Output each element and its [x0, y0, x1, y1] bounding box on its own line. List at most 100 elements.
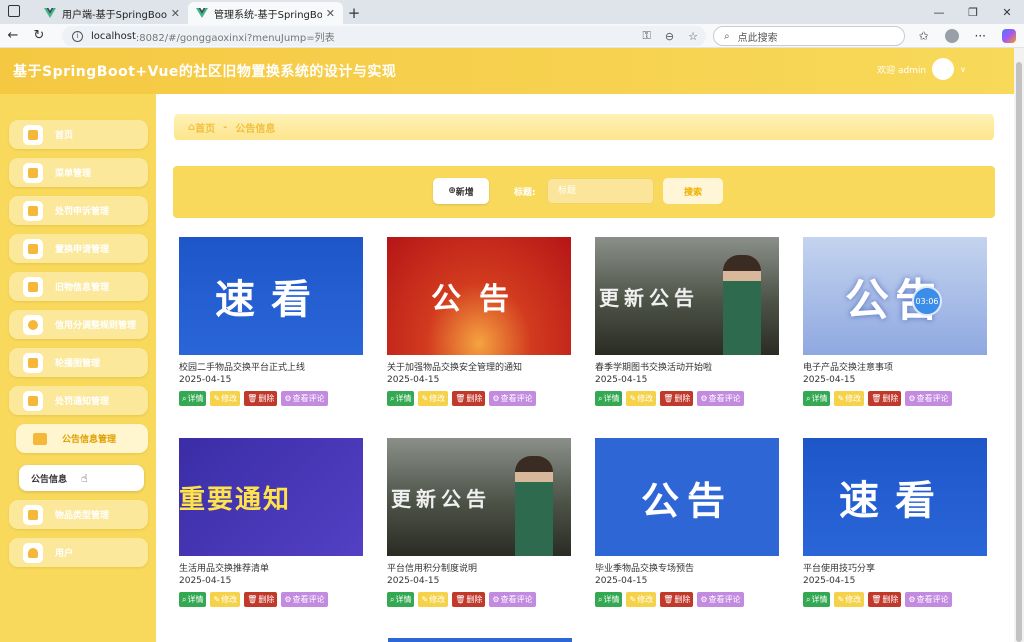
window-close-icon[interactable]: ✕ [990, 0, 1024, 24]
back-icon[interactable]: ← [0, 24, 26, 48]
avatar[interactable]: ☺ [932, 58, 955, 80]
delete-button[interactable]: 🗑 删除 [244, 592, 278, 607]
submenu-item-announcement-info[interactable]: 公告信息 ☝ [19, 465, 144, 491]
more-icon[interactable]: ··· [975, 29, 986, 43]
info-icon[interactable]: i [72, 30, 83, 42]
breadcrumb-current: 公告信息 [235, 123, 276, 135]
delete-button[interactable]: 🗑 删除 [452, 592, 486, 607]
detail-button[interactable]: ⌕ 详情 [387, 592, 415, 607]
comment-button[interactable]: ⚙ 查看评论 [905, 592, 952, 607]
card-thumbnail[interactable]: 更新公告 [387, 438, 571, 556]
edit-button[interactable]: ✎ 修改 [210, 391, 241, 406]
card-thumbnail[interactable]: 更新公告 [595, 237, 779, 355]
announcement-card-partial[interactable] [388, 638, 572, 642]
sidebar-item-appeal[interactable]: 处罚申诉管理 [9, 196, 148, 225]
detail-button[interactable]: ⌕ 详情 [803, 592, 831, 607]
chevron-down-icon[interactable]: ∨ [960, 65, 966, 74]
delete-button[interactable]: 🗑 删除 [244, 391, 278, 406]
edit-button[interactable]: ✎ 修改 [834, 592, 865, 607]
edit-button[interactable]: ✎ 修改 [418, 592, 449, 607]
browser-tab-user[interactable]: 用户端-基于SpringBoot+Vue的社 ✕ [36, 2, 188, 24]
detail-button[interactable]: ⌕ 详情 [595, 391, 623, 406]
announcement-card[interactable]: 公告 电子产品交换注意事项 2025-04-15 ⌕ 详情 ✎ 修改 🗑 删除 ⚙ 查看… [803, 237, 987, 427]
delete-button[interactable]: 🗑 删除 [660, 391, 694, 406]
profile-icon[interactable] [944, 29, 959, 43]
minimize-icon[interactable]: — [922, 0, 956, 24]
sidebar-item-credit-rules[interactable]: 信用分调整规则管理 [9, 310, 148, 339]
comment-button[interactable]: ⚙ 查看评论 [281, 592, 328, 607]
announcement-card[interactable]: 重要通知 生活用品交换推荐清单 2025-04-15 ⌕ 详情 ✎ 修改 🗑 删除 ⚙… [179, 438, 363, 628]
search-button[interactable]: 搜索 [663, 178, 723, 204]
edit-button[interactable]: ✎ 修改 [418, 391, 449, 406]
sidebar-item-label: 置换申请管理 [55, 245, 110, 255]
add-button[interactable]: ⊕ 新增 [433, 178, 489, 204]
sidebar-item-penalty-notice[interactable]: 处罚通知管理 [9, 386, 148, 415]
sidebar-item-item-info[interactable]: 旧物信息管理 [9, 272, 148, 301]
announcement-card[interactable]: 速看 校园二手物品交换平台正式上线 2025-04-15 ⌕ 详情 ✎ 修改 🗑 删除… [179, 237, 363, 427]
reload-icon[interactable]: ↻ [26, 24, 52, 48]
edit-button[interactable]: ✎ 修改 [626, 592, 657, 607]
card-thumbnail[interactable]: 速看 [179, 237, 363, 355]
detail-button[interactable]: ⌕ 详情 [387, 391, 415, 406]
sidebar-item-home[interactable]: 首页 [9, 120, 148, 149]
delete-button[interactable]: 🗑 删除 [452, 391, 486, 406]
detail-button[interactable]: ⌕ 详情 [595, 592, 623, 607]
breadcrumb-home[interactable]: 首页 [195, 120, 215, 135]
zoom-icon[interactable]: ⊖ [665, 30, 674, 43]
edit-button[interactable]: ✎ 修改 [626, 391, 657, 406]
scrollbar-thumb[interactable] [1016, 62, 1022, 642]
card-thumbnail[interactable]: 重要通知 [179, 438, 363, 556]
announcement-card[interactable]: 公告 关于加强物品交换安全管理的通知 2025-04-15 ⌕ 详情 ✎ 修改 🗑 删… [387, 237, 571, 427]
new-tab-icon[interactable]: + [343, 2, 365, 24]
edit-button[interactable]: ✎ 修改 [834, 391, 865, 406]
favorite-star-icon[interactable]: ☆ [688, 30, 698, 43]
detail-button[interactable]: ⌕ 详情 [803, 391, 831, 406]
detail-button[interactable]: ⌕ 详情 [179, 391, 207, 406]
sidebar-item-item-type[interactable]: 物品类型管理 [9, 500, 148, 529]
announcement-card[interactable]: 更新公告 春季学期图书交换活动开始啦 2025-04-15 ⌕ 详情 ✎ 修改 🗑 删… [595, 237, 779, 427]
sidebar-item-announcement[interactable]: 公告信息管理 [16, 424, 148, 453]
card-thumbnail[interactable]: 速看 [803, 438, 987, 556]
sidebar-item-menu[interactable]: 菜单管理 [9, 158, 148, 187]
title-search-input[interactable] [547, 178, 654, 204]
restore-icon[interactable]: ❐ [956, 0, 990, 24]
delete-button[interactable]: 🗑 删除 [868, 391, 902, 406]
comment-button[interactable]: ⚙ 查看评论 [697, 391, 744, 406]
sidebar-item-user[interactable]: 用户 [9, 538, 148, 567]
tab-actions-icon[interactable] [8, 5, 20, 17]
home-icon[interactable]: ⌂ [188, 122, 195, 133]
comment-button[interactable]: ⚙ 查看评论 [489, 391, 536, 406]
password-key-icon[interactable]: ⚿ [643, 29, 651, 43]
page-scrollbar[interactable] [1014, 48, 1024, 642]
target-icon [23, 314, 43, 335]
announcement-card[interactable]: 速看 平台使用技巧分享 2025-04-15 ⌕ 详情 ✎ 修改 🗑 删除 ⚙ 查看评论 [803, 438, 987, 628]
comment-button[interactable]: ⚙ 查看评论 [281, 391, 328, 406]
browser-tab-admin[interactable]: 管理系统-基于SpringBoot+Vue的 ✕ [188, 2, 343, 24]
edit-button[interactable]: ✎ 修改 [210, 592, 241, 607]
window-controls: — ❐ ✕ [922, 0, 1024, 24]
close-icon[interactable]: ✕ [171, 7, 180, 20]
close-icon[interactable]: ✕ [326, 7, 335, 20]
delete-button[interactable]: 🗑 删除 [868, 592, 902, 607]
comment-button[interactable]: ⚙ 查看评论 [905, 391, 952, 406]
cursor-hand-icon: ☝ [81, 471, 88, 485]
url-host: localhost [91, 30, 136, 42]
menu-icon [23, 162, 43, 183]
card-thumbnail[interactable]: 公告 [803, 237, 987, 355]
card-thumbnail[interactable]: 公告 [387, 237, 571, 355]
timer-badge[interactable]: 03:06 [912, 286, 942, 316]
copilot-icon[interactable] [1002, 29, 1016, 43]
comment-button[interactable]: ⚙ 查看评论 [697, 592, 744, 607]
sidebar-item-exchange-request[interactable]: 置换申请管理 [9, 234, 148, 263]
detail-button[interactable]: ⌕ 详情 [179, 592, 207, 607]
card-thumbnail[interactable]: 公告 [595, 438, 779, 556]
announcement-card[interactable]: 更新公告 平台信用积分制度说明 2025-04-15 ⌕ 详情 ✎ 修改 🗑 删除 ⚙… [387, 438, 571, 628]
browser-search-field[interactable]: ⌕ 点此搜索 [713, 26, 905, 46]
comment-button[interactable]: ⚙ 查看评论 [489, 592, 536, 607]
sidebar-item-carousel[interactable]: 轮播图管理 [9, 348, 148, 377]
delete-button[interactable]: 🗑 删除 [660, 592, 694, 607]
user-menu[interactable]: 欢迎 admin ☺ ∨ [877, 58, 966, 80]
announcement-card[interactable]: 公告 毕业季物品交换专场预告 2025-04-15 ⌕ 详情 ✎ 修改 🗑 删除 ⚙ 查… [595, 438, 779, 628]
url-field[interactable]: i localhost:8082/#/gonggaoxinxi?menuJump… [62, 26, 706, 46]
favorites-icon[interactable]: ✩ [918, 29, 928, 43]
